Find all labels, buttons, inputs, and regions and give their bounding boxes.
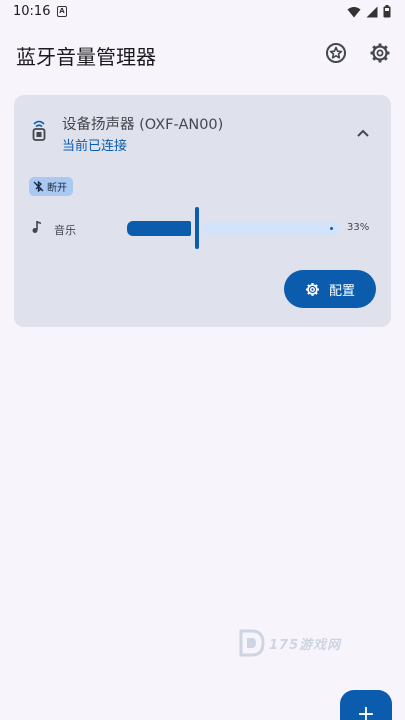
disconnect-chip[interactable]: 断开 [29,177,73,196]
settings-button[interactable] [366,39,394,67]
signal-icon [366,6,378,17]
favorites-button[interactable] [322,39,350,67]
config-button[interactable]: 配置 [284,270,376,308]
device-card[interactable]: 设备扬声器 (OXF-AN00) 当前已连接 断开 音乐 33% 配置 [14,95,391,327]
watermark: 175游戏网 [238,628,341,658]
speaker-device-icon [32,120,46,141]
volume-slider-thumb[interactable] [195,207,199,249]
volume-slider-end-dot [330,227,333,230]
volume-value: 33% [347,222,370,233]
settings-icon [306,282,319,296]
wifi-icon [347,6,361,17]
volume-slider[interactable] [127,207,339,249]
battery-icon [383,5,391,18]
page-title: 蓝牙音量管理器 [16,45,156,69]
add-device-button[interactable]: + [340,690,392,720]
watermark-text: 175游戏网 [269,637,342,653]
chevron-up-icon [357,129,369,137]
bluetooth-disabled-icon [33,181,44,192]
app-screen: 10:16 A 蓝牙音量管理器 设备扬声器 (OXF-AN00) 当前已连接 断… [0,0,405,720]
volume-slider-active-track [127,221,191,236]
connection-status: 当前已连接 [62,139,128,154]
star-icon [326,43,346,63]
config-button-label: 配置 [328,283,355,299]
device-name: 设备扬声器 (OXF-AN00) [62,117,224,133]
volume-label: 音乐 [54,224,76,237]
gear-icon [370,43,390,63]
notification-icon: A [57,6,67,17]
status-time: 10:16 [13,4,51,19]
disconnect-chip-label: 断开 [47,183,67,194]
watermark-logo-icon [239,629,265,657]
volume-slider-inactive-track [203,221,339,236]
status-bar: 10:16 A [0,0,405,26]
collapse-button[interactable] [356,123,370,142]
status-icons [347,5,391,18]
music-note-icon [32,221,41,233]
